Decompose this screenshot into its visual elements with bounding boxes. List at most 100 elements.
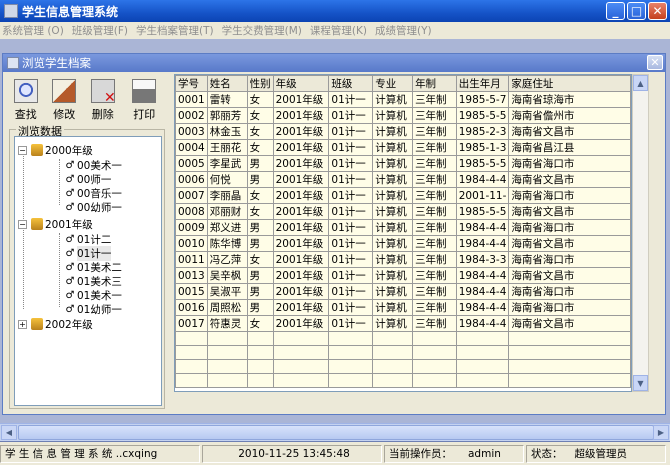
table-cell[interactable]: 2001年级 xyxy=(272,139,330,156)
col-header[interactable]: 班级 xyxy=(328,75,374,92)
col-header[interactable]: 专业 xyxy=(372,75,414,92)
tree-item[interactable]: ♂ 00音乐一 xyxy=(65,186,122,200)
table-cell[interactable]: 1984-4-4 xyxy=(455,267,510,284)
table-cell[interactable]: 0015 xyxy=(175,283,208,300)
table-cell[interactable]: 2001年级 xyxy=(272,187,330,204)
table-cell[interactable]: 三年制 xyxy=(412,283,457,300)
close-button[interactable]: ✕ xyxy=(648,2,667,20)
table-cell[interactable]: 2001年级 xyxy=(272,235,330,252)
table-cell[interactable]: 三年制 xyxy=(412,315,457,332)
scroll-down-icon[interactable]: ▼ xyxy=(633,375,648,391)
table-cell[interactable]: 0013 xyxy=(175,267,208,284)
table-cell[interactable]: 海南省文昌市 xyxy=(508,123,631,140)
class-tree[interactable]: − 2000年级 ♂ 00美术一 ♂ 00师一 ♂ 00音乐一 ♂ 00幼师一 … xyxy=(14,136,162,406)
grid-vertical-scrollbar[interactable]: ▲ ▼ xyxy=(632,74,649,392)
table-cell[interactable]: 海南省海口市 xyxy=(508,251,631,268)
table-cell[interactable]: 0009 xyxy=(175,219,208,236)
table-cell[interactable]: 女 xyxy=(246,91,274,108)
table-cell[interactable]: 0017 xyxy=(175,315,208,332)
tree-item-selected[interactable]: ♂ 01计一 xyxy=(65,245,112,261)
table-cell[interactable]: 男 xyxy=(246,155,274,172)
table-cell[interactable]: 海南省海口市 xyxy=(508,219,631,236)
table-cell[interactable]: 2001年级 xyxy=(272,219,330,236)
table-cell[interactable]: 计算机 xyxy=(372,251,414,268)
table-cell[interactable]: 计算机 xyxy=(372,203,414,220)
table-row[interactable]: 0010 陈华博男 2001年级 01计一 计算机 三年制 1984-4-4 海南省文昌市 xyxy=(175,235,631,252)
table-cell[interactable]: 01计一 xyxy=(328,267,374,284)
table-cell[interactable]: 01计一 xyxy=(328,107,374,124)
tree-item[interactable]: ♂ 00美术一 xyxy=(65,158,122,172)
table-cell[interactable]: 1985-5-5 xyxy=(455,203,510,220)
table-cell[interactable]: 1985-5-5 xyxy=(455,107,510,124)
table-cell[interactable]: 0007 xyxy=(175,187,208,204)
table-cell[interactable]: 王丽花 xyxy=(206,139,248,156)
table-cell[interactable]: 1984-4-4 xyxy=(455,235,510,252)
table-cell[interactable]: 计算机 xyxy=(372,299,414,316)
menu-courses[interactable]: 课程管理(K) xyxy=(310,23,367,38)
tree-item[interactable]: ♂ 00师一 xyxy=(65,172,112,186)
table-cell[interactable]: 海南省海口市 xyxy=(508,187,631,204)
table-cell[interactable]: 2001年级 xyxy=(272,267,330,284)
table-cell[interactable]: 海南省文昌市 xyxy=(508,203,631,220)
table-cell[interactable]: 计算机 xyxy=(372,187,414,204)
table-row[interactable]: 0003 林金玉女 2001年级 01计一 计算机 三年制 1985-2-3 海南省文昌市 xyxy=(175,123,631,140)
table-cell[interactable]: 2001年级 xyxy=(272,107,330,124)
col-header[interactable]: 姓名 xyxy=(206,75,248,92)
table-cell[interactable]: 计算机 xyxy=(372,283,414,300)
table-row[interactable]: 0013 吴辛枫男 2001年级 01计一 计算机 三年制 1984-4-4 海南省文昌市 xyxy=(175,267,631,284)
col-header[interactable]: 性别 xyxy=(246,75,274,92)
scroll-right-icon[interactable]: ▶ xyxy=(653,425,669,440)
expand-icon[interactable]: + xyxy=(18,319,27,329)
table-cell[interactable]: 吴辛枫 xyxy=(206,267,248,284)
table-cell[interactable]: 0004 xyxy=(175,139,208,156)
table-row[interactable]: 0008 邓丽财女 2001年级 01计一 计算机 三年制 1985-5-5 海南省文昌市 xyxy=(175,203,631,220)
menu-student-records[interactable]: 学生档案管理(T) xyxy=(136,23,214,38)
tree-item[interactable]: ♂ 01幼师一 xyxy=(65,302,122,316)
table-cell[interactable]: 01计一 xyxy=(328,219,374,236)
tree-item[interactable]: ♂ 01计二 xyxy=(65,232,112,246)
table-cell[interactable]: 三年制 xyxy=(412,267,457,284)
table-cell[interactable]: 海南省文昌市 xyxy=(508,235,631,252)
table-cell[interactable]: 三年制 xyxy=(412,139,457,156)
table-cell[interactable]: 三年制 xyxy=(412,219,457,236)
table-cell[interactable]: 海南省儋州市 xyxy=(508,107,631,124)
minimize-button[interactable]: _ xyxy=(606,2,625,20)
table-row[interactable]: 0017 符惠灵女 2001年级 01计一 计算机 三年制 1984-4-4 海南省文昌市 xyxy=(175,315,631,332)
table-cell[interactable]: 1985-1-3 xyxy=(455,139,510,156)
table-row[interactable]: 0007 李丽晶女 2001年级 01计一 计算机 三年制 2001-11- 海南省海口市 xyxy=(175,187,631,204)
table-cell[interactable]: 2001年级 xyxy=(272,123,330,140)
table-cell[interactable]: 01计一 xyxy=(328,251,374,268)
tree-node-2000[interactable]: − 2000年级 xyxy=(18,143,93,157)
table-cell[interactable]: 1985-5-5 xyxy=(455,155,510,172)
table-cell[interactable]: 李丽晶 xyxy=(206,187,248,204)
table-cell[interactable]: 雷转 xyxy=(206,91,248,108)
table-cell[interactable]: 2001年级 xyxy=(272,299,330,316)
table-cell[interactable]: 男 xyxy=(246,219,274,236)
tree-node-2001[interactable]: − 2001年级 xyxy=(18,217,93,231)
table-cell[interactable]: 三年制 xyxy=(412,171,457,188)
table-cell[interactable]: 2001年级 xyxy=(272,283,330,300)
table-cell[interactable]: 计算机 xyxy=(372,155,414,172)
table-cell[interactable]: 2001年级 xyxy=(272,251,330,268)
table-cell[interactable]: 1985-5-7 xyxy=(455,91,510,108)
tree-item[interactable]: ♂ 00幼师一 xyxy=(65,200,122,214)
menu-fees[interactable]: 学生交费管理(M) xyxy=(222,23,302,38)
table-cell[interactable]: 1984-4-4 xyxy=(455,219,510,236)
table-cell[interactable]: 0008 xyxy=(175,203,208,220)
table-cell[interactable]: 计算机 xyxy=(372,315,414,332)
table-row[interactable]: 0006 何悦男 2001年级 01计一 计算机 三年制 1984-4-4 海南省文昌市 xyxy=(175,171,631,188)
table-row[interactable]: 0005 李星武男 2001年级 01计一 计算机 三年制 1985-5-5 海南省海口市 xyxy=(175,155,631,172)
table-cell[interactable]: 三年制 xyxy=(412,299,457,316)
child-close-button[interactable]: ✕ xyxy=(647,55,663,70)
table-cell[interactable]: 郭丽芳 xyxy=(206,107,248,124)
table-cell[interactable]: 三年制 xyxy=(412,107,457,124)
table-cell[interactable]: 女 xyxy=(246,315,274,332)
table-row[interactable]: 0001 雷转女 2001年级 01计一 计算机 三年制 1985-5-7 海南省琼海市 xyxy=(175,91,631,108)
table-cell[interactable]: 01计一 xyxy=(328,283,374,300)
table-cell[interactable]: 01计一 xyxy=(328,315,374,332)
col-header[interactable]: 学号 xyxy=(175,75,208,92)
table-cell[interactable]: 女 xyxy=(246,107,274,124)
table-cell[interactable]: 三年制 xyxy=(412,251,457,268)
table-cell[interactable]: 1984-4-4 xyxy=(455,171,510,188)
table-cell[interactable]: 李星武 xyxy=(206,155,248,172)
